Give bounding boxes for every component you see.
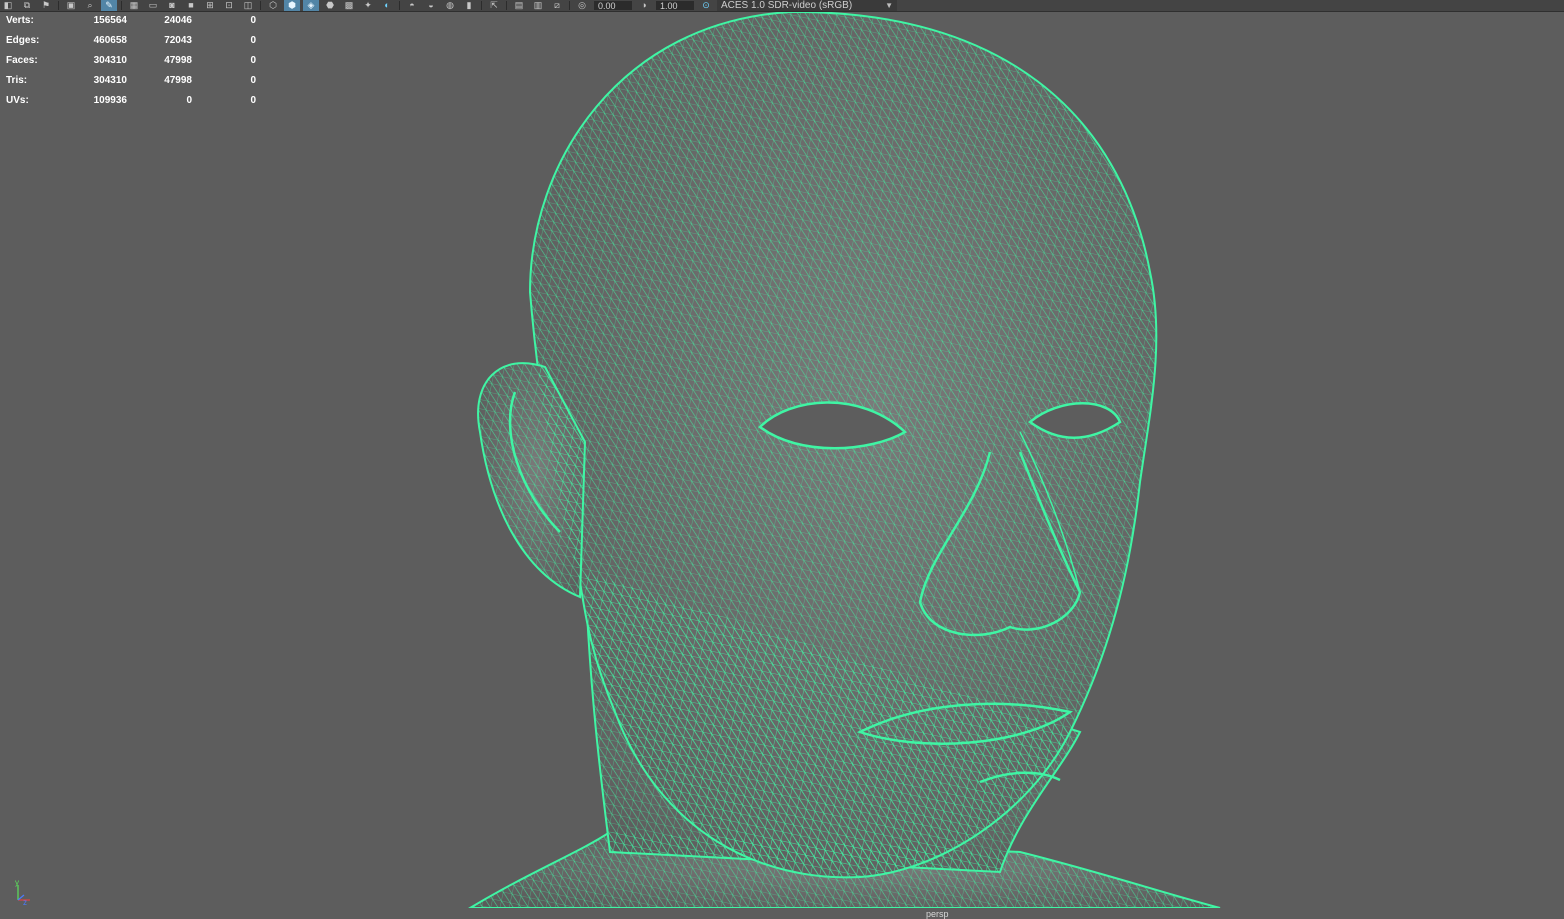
hud-value: 304310 — [93, 75, 127, 86]
exposure-field[interactable] — [594, 1, 632, 10]
hud-row: Tris: 304310 47998 0 — [6, 75, 256, 95]
isolate-select-icon[interactable]: ▮ — [461, 0, 477, 11]
hud-value: 0 — [186, 95, 192, 106]
hud-value: 109936 — [93, 95, 127, 106]
xray-active-icon[interactable]: ⧄ — [549, 0, 565, 11]
camera-icon[interactable]: ◧ — [0, 0, 16, 11]
film-gate-icon[interactable]: ▭ — [145, 0, 161, 11]
hud-label: Faces: — [6, 55, 38, 66]
xray-icon[interactable]: ⇱ — [486, 0, 502, 11]
hud-value: 0 — [250, 15, 256, 26]
viewport-toolbar: ◧ ⧉ ⚑ ▣ ⌕ ✎ ▦ ▭ ◙ ■ ⊞ ⊡ ◫ ⬡ ⬢ ◈ ⬣ ▩ ✦ ◐ … — [0, 0, 1564, 12]
grease-pencil-icon[interactable]: ✎ — [101, 0, 117, 11]
z-axis-label: z — [23, 898, 27, 906]
hud-row: UVs: 109936 0 0 — [6, 95, 256, 115]
safe-title-icon[interactable]: ◫ — [240, 0, 256, 11]
hud-row: Edges: 460658 72043 0 — [6, 35, 256, 55]
hud-value: 24046 — [164, 15, 192, 26]
toolbar-divider — [506, 1, 507, 10]
hud-value: 72043 — [164, 35, 192, 46]
chevron-down-icon: ▼ — [885, 1, 893, 10]
antialiasing-icon[interactable]: ◍ — [442, 0, 458, 11]
view-axis-gizmo: y z — [15, 878, 30, 906]
toolbar-divider — [260, 1, 261, 10]
camera-name-label: persp — [926, 909, 949, 919]
hud-row: Verts: 156564 24046 0 — [6, 15, 256, 35]
colorspace-dropdown[interactable]: ACES 1.0 SDR-video (sRGB) ▼ — [717, 0, 897, 11]
screen-space-ao-icon[interactable]: ◓ — [404, 0, 420, 11]
hud-value: 156564 — [93, 15, 127, 26]
gate-mask-icon[interactable]: ■ — [183, 0, 199, 11]
hud-label: Edges: — [6, 35, 40, 46]
y-axis-label: y — [15, 878, 19, 887]
hud-value: 0 — [250, 55, 256, 66]
toolbar-divider — [58, 1, 59, 10]
motion-blur-icon[interactable]: ◒ — [423, 0, 439, 11]
wireframe-head-mesh[interactable] — [0, 10, 1564, 909]
hud-value: 0 — [250, 35, 256, 46]
hud-value: 47998 — [164, 55, 192, 66]
xray-joints-icon[interactable]: ▤ — [511, 0, 527, 11]
view-transform-icon[interactable]: ⊙ — [698, 0, 714, 11]
hud-value: 0 — [250, 75, 256, 86]
use-lights-icon[interactable]: ✦ — [360, 0, 376, 11]
backface-culling-icon[interactable]: ▥ — [530, 0, 546, 11]
2d-pan-zoom-icon[interactable]: ⌕ — [82, 0, 98, 11]
toolbar-divider — [569, 1, 570, 10]
hud-label: Tris: — [6, 75, 28, 86]
bookmark-icon[interactable]: ⚑ — [38, 0, 54, 11]
hud-value: 460658 — [93, 35, 127, 46]
toolbar-divider — [481, 1, 482, 10]
default-material-icon[interactable]: ⬣ — [322, 0, 338, 11]
gamma-icon[interactable]: ◑ — [636, 0, 652, 11]
gamma-field[interactable] — [656, 1, 694, 10]
hud-value: 0 — [250, 95, 256, 106]
grid-icon[interactable]: ▦ — [126, 0, 142, 11]
toolbar-divider — [121, 1, 122, 10]
image-plane-icon[interactable]: ▣ — [63, 0, 79, 11]
hud-value: 304310 — [93, 55, 127, 66]
shadows-icon[interactable]: ◐ — [379, 0, 395, 11]
hud-value: 47998 — [164, 75, 192, 86]
poly-count-hud: Verts: 156564 24046 0 Edges: 460658 72043 0 Face… — [6, 15, 256, 115]
hud-label: UVs: — [6, 95, 29, 106]
safe-action-icon[interactable]: ⊡ — [221, 0, 237, 11]
exposure-icon[interactable]: ◎ — [574, 0, 590, 11]
wireframe-icon[interactable]: ⬡ — [265, 0, 281, 11]
hud-row: Faces: 304310 47998 0 — [6, 55, 256, 75]
toolbar-divider — [399, 1, 400, 10]
textured-icon[interactable]: ▩ — [341, 0, 357, 11]
resolution-gate-icon[interactable]: ◙ — [164, 0, 180, 11]
hud-label: Verts: — [6, 15, 34, 26]
colorspace-value: ACES 1.0 SDR-video (sRGB) — [721, 0, 853, 11]
smooth-shade-icon[interactable]: ⬢ — [284, 0, 300, 11]
camera-attr-icon[interactable]: ⧉ — [19, 0, 35, 11]
wireframe-on-shaded-icon[interactable]: ◈ — [303, 0, 319, 11]
field-chart-icon[interactable]: ⊞ — [202, 0, 218, 11]
perspective-viewport[interactable]: persp y z — [0, 10, 1564, 919]
